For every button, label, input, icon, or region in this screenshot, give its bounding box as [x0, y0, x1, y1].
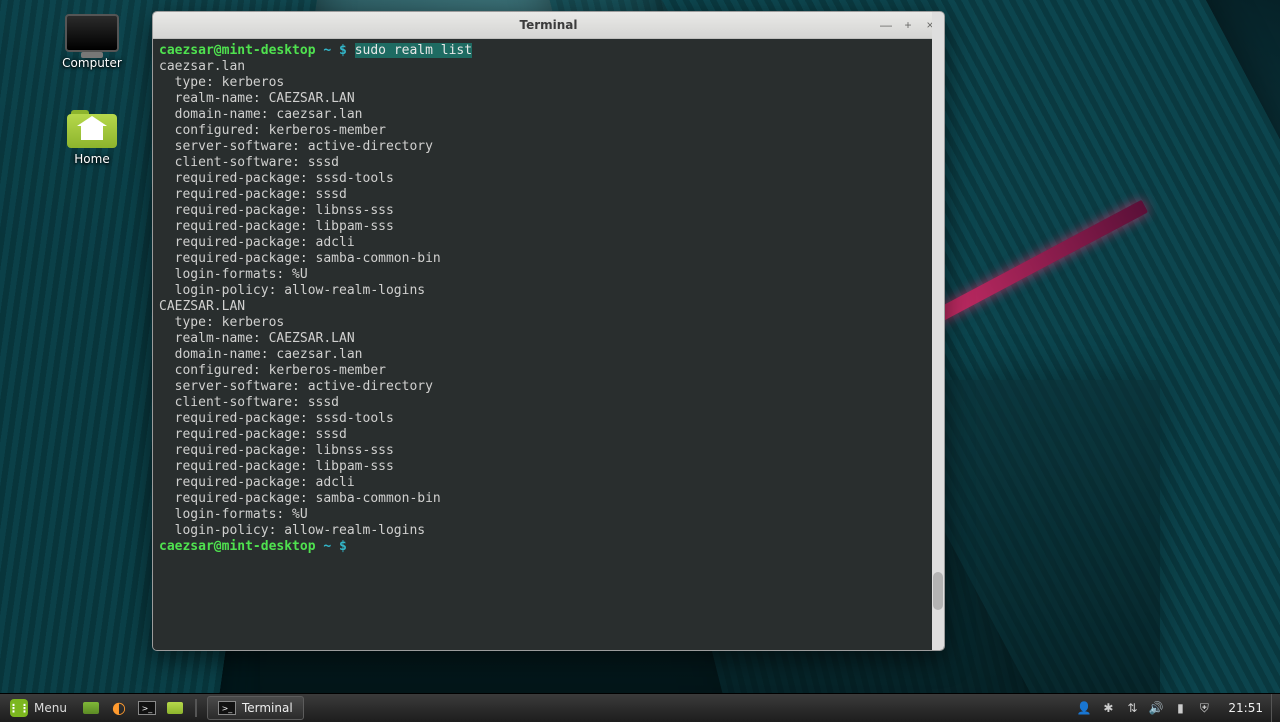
show-desktop-edge[interactable] [1271, 694, 1280, 722]
network-icon[interactable]: ⇅ [1124, 700, 1140, 716]
desktop-icon-computer[interactable]: Computer [48, 14, 136, 70]
user-icon[interactable]: 👤 [1076, 700, 1092, 716]
desktop-icon-label: Computer [48, 56, 136, 70]
terminal-icon: >_ [218, 701, 236, 715]
home-folder-icon [67, 110, 117, 148]
window-titlebar[interactable]: Terminal — + × [153, 12, 944, 39]
panel-separator [195, 699, 197, 717]
desktop-icon-label: Home [48, 152, 136, 166]
scrollbar-thumb[interactable] [933, 572, 943, 610]
panel-clock[interactable]: 21:51 [1220, 701, 1271, 715]
files-icon [167, 702, 183, 714]
show-desktop-button[interactable] [79, 696, 103, 720]
window-minimize-button[interactable]: — [876, 15, 896, 35]
firefox-icon: ◐ [112, 700, 126, 716]
mint-logo-icon: ⋮⋮ [10, 699, 28, 717]
shield-icon[interactable]: ⛨ [1196, 700, 1212, 716]
files-launcher[interactable] [163, 696, 187, 720]
taskbar-task-terminal[interactable]: >_ Terminal [207, 696, 304, 720]
menu-button[interactable]: ⋮⋮ Menu [0, 694, 77, 722]
desktop-icon-home[interactable]: Home [48, 110, 136, 166]
taskbar: ⋮⋮ Menu ◐ >_ >_ Terminal 👤 ✱ ⇅ 🔊 ▮ ⛨ 21:… [0, 693, 1280, 722]
terminal-window: Terminal — + × caezsar@mint-desktop ~ $ … [152, 11, 945, 651]
terminal-launcher[interactable]: >_ [135, 696, 159, 720]
bluetooth-icon[interactable]: ✱ [1100, 700, 1116, 716]
menu-label: Menu [34, 701, 67, 715]
terminal-icon: >_ [138, 701, 156, 715]
volume-icon[interactable]: 🔊 [1148, 700, 1164, 716]
window-title: Terminal [519, 18, 577, 32]
window-maximize-button[interactable]: + [898, 15, 918, 35]
system-tray: 👤 ✱ ⇅ 🔊 ▮ ⛨ [1068, 700, 1220, 716]
terminal-scrollbar[interactable] [932, 12, 944, 650]
firefox-launcher[interactable]: ◐ [107, 696, 131, 720]
task-label: Terminal [242, 701, 293, 715]
terminal-output-area[interactable]: caezsar@mint-desktop ~ $ sudo realm list… [153, 39, 944, 650]
desktop-icon [83, 702, 99, 714]
battery-icon[interactable]: ▮ [1172, 700, 1188, 716]
computer-icon [65, 14, 119, 52]
